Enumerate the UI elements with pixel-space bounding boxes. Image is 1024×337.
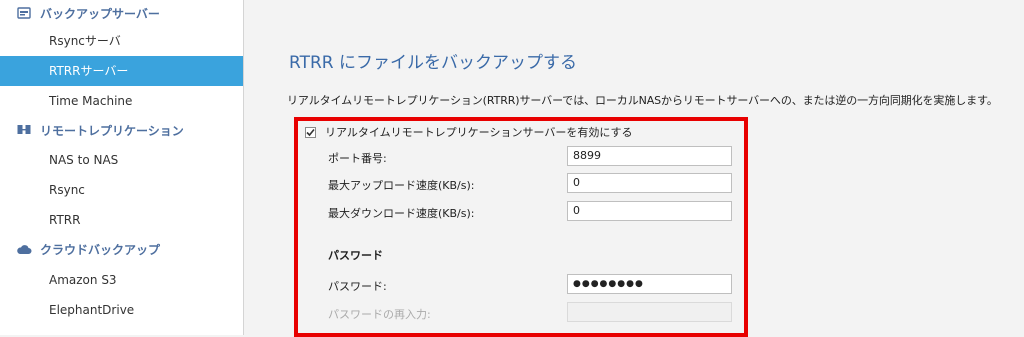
sidebar-item-time-machine[interactable]: Time Machine [0,86,243,116]
sidebar-item-rtrr-server[interactable]: RTRRサーバー [0,56,243,86]
sidebar-group-backup-server[interactable]: バックアップサーバー [0,0,243,26]
password-input[interactable]: ●●●●●●●● [567,274,732,294]
enable-rtrr-server-checkbox[interactable] [305,126,316,138]
page-title: RTRR にファイルをバックアップする [289,53,577,73]
password-label: パスワード: [328,280,387,293]
main-panel: RTRR にファイルをバックアップする リアルタイムリモートレプリケーション(R… [245,0,1024,337]
enable-rtrr-server-row[interactable]: リアルタイムリモートレプリケーションサーバーを有効にする [305,124,632,140]
checkmark-icon [306,128,315,136]
max-upload-input[interactable]: 0 [567,173,732,193]
cloud-icon [16,242,32,256]
sidebar-group-label: リモートレプリケーション [40,123,184,138]
backup-server-icon [16,6,32,20]
sidebar-group-cloud-backup[interactable]: クラウドバックアップ [0,236,243,262]
port-input[interactable]: 8899 [567,146,732,166]
max-download-input[interactable]: 0 [567,201,732,221]
sidebar-item-amazon-s3[interactable]: Amazon S3 [0,265,243,295]
sidebar-item-nas-to-nas[interactable]: NAS to NAS [0,145,243,175]
sidebar-item-rtrr[interactable]: RTRR [0,205,243,235]
sidebar-item-elephantdrive[interactable]: ElephantDrive [0,295,243,325]
remote-replication-icon [16,123,32,137]
sidebar-group-label: クラウドバックアップ [40,242,161,257]
page-description: リアルタイムリモートレプリケーション(RTRR)サーバーでは、ローカルNASから… [287,94,998,107]
password-section-heading: パスワード [328,249,383,262]
password-confirm-input[interactable] [567,302,732,322]
port-label: ポート番号: [328,152,387,165]
sidebar-group-remote-replication[interactable]: リモートレプリケーション [0,117,243,143]
max-upload-label: 最大アップロード速度(KB/s): [328,179,475,192]
sidebar-item-rsync-server[interactable]: Rsyncサーバ [0,26,243,56]
sidebar: バックアップサーバー Rsyncサーバ RTRRサーバー Time Machin… [0,0,244,335]
sidebar-group-label: バックアップサーバー [40,6,160,21]
enable-rtrr-server-label: リアルタイムリモートレプリケーションサーバーを有効にする [325,126,633,139]
max-download-label: 最大ダウンロード速度(KB/s): [328,207,475,220]
sidebar-item-rsync[interactable]: Rsync [0,175,243,205]
password-confirm-label: パスワードの再入力: [328,308,431,321]
